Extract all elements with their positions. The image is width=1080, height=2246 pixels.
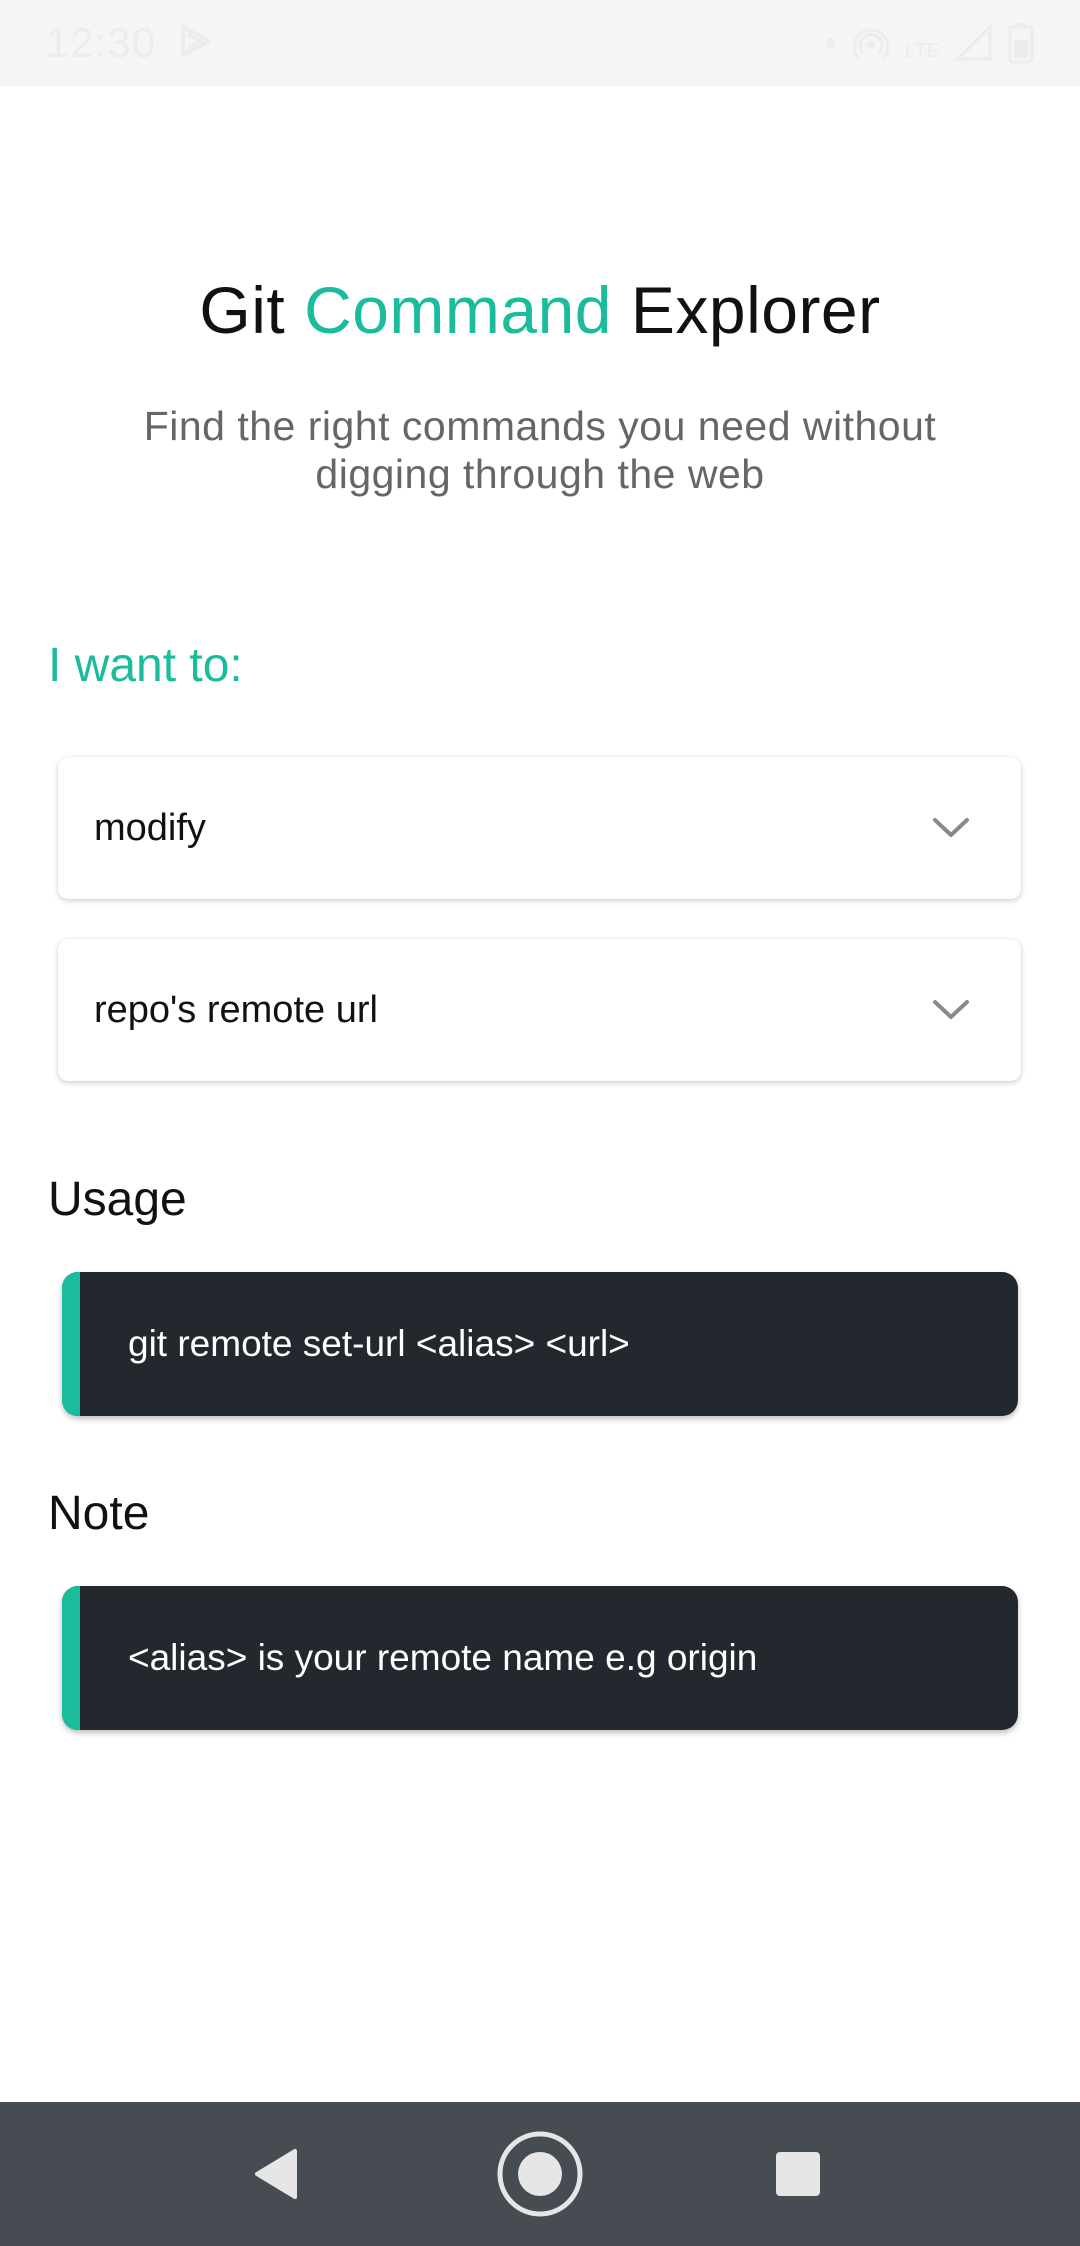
- action-select-value: modify: [94, 806, 206, 849]
- recents-square-icon: [776, 2152, 820, 2196]
- status-right: LTE: [825, 22, 1034, 64]
- signal-icon: [954, 23, 994, 63]
- battery-icon: [1008, 22, 1034, 64]
- note-heading: Note: [48, 1487, 150, 1540]
- usage-code-block: git remote set-url <alias> <url>: [62, 1272, 1018, 1416]
- home-button[interactable]: [495, 2102, 585, 2246]
- home-circle-icon: [497, 2131, 583, 2217]
- note-text: <alias> is your remote name e.g origin: [128, 1637, 758, 1678]
- title-part-1: Git: [199, 273, 305, 347]
- status-left: 12:30: [46, 19, 214, 67]
- title-part-2: Explorer: [612, 273, 881, 347]
- back-button[interactable]: [236, 2102, 316, 2246]
- title-accent: Command: [304, 273, 613, 347]
- status-bar: 12:30 LTE: [0, 0, 1080, 86]
- status-time: 12:30: [46, 19, 157, 66]
- chevron-down-icon: [931, 816, 971, 840]
- usage-command: git remote set-url <alias> <url>: [128, 1323, 630, 1364]
- target-select-value: repo's remote url: [94, 988, 378, 1031]
- usage-accent-bar: [62, 1272, 80, 1416]
- usage-heading: Usage: [48, 1173, 187, 1226]
- chevron-down-icon: [931, 998, 971, 1022]
- target-select[interactable]: repo's remote url: [58, 939, 1021, 1081]
- dot-icon: [825, 37, 837, 49]
- recents-button[interactable]: [758, 2102, 838, 2246]
- action-select[interactable]: modify: [58, 757, 1021, 899]
- page-subtitle: Find the right commands you need without…: [143, 403, 937, 497]
- note-accent-bar: [62, 1586, 80, 1730]
- hotspot-icon: [851, 23, 891, 63]
- play-store-icon: [178, 23, 214, 64]
- navigation-bar: [0, 2102, 1080, 2246]
- want-label: I want to:: [48, 639, 243, 692]
- back-triangle-icon: [255, 2149, 297, 2199]
- lte-label: LTE: [904, 40, 940, 62]
- page-title: Git Command Explorer: [0, 272, 1080, 348]
- note-code-block: <alias> is your remote name e.g origin: [62, 1586, 1018, 1730]
